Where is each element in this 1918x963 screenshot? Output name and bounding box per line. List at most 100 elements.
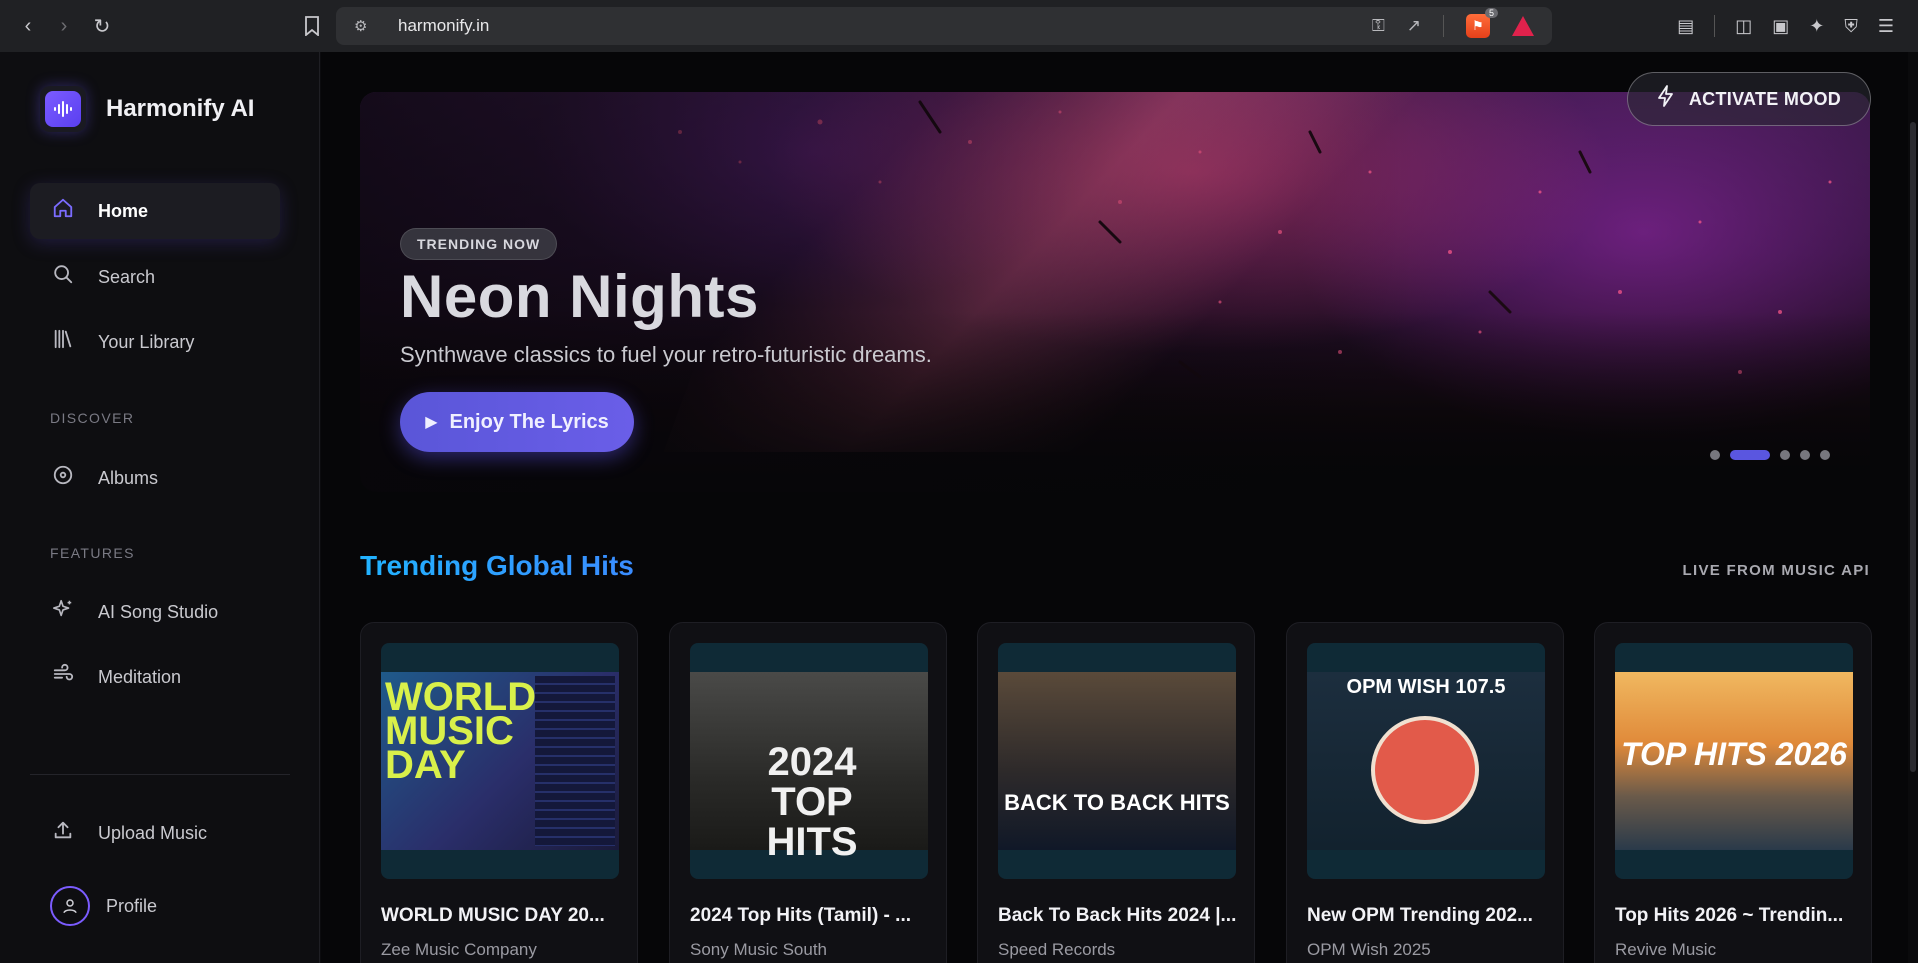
sidebar-item-label: Home	[98, 200, 149, 221]
album-art-text: OPM WISH 107.5	[1346, 676, 1506, 698]
carousel-dots	[1710, 450, 1830, 460]
card-thumbnail: BACK TO BACK HITS	[998, 643, 1236, 879]
card-thumbnail: WORLD MUSIC DAY	[381, 643, 619, 879]
album-art: TOP HITS 2026	[1615, 672, 1853, 850]
back-button[interactable]: ‹	[10, 8, 46, 44]
site-settings-icon[interactable]: ⚙	[354, 17, 374, 35]
track-card[interactable]: WORLD MUSIC DAY WORLD MUSIC DAY 20... Ze…	[360, 622, 638, 963]
album-art-text: 2024 TOP HITS	[766, 740, 858, 864]
menu-icon[interactable]: ☰	[1878, 16, 1894, 37]
hero-banner[interactable]: TRENDING NOW Neon Nights Synthwave class…	[360, 92, 1870, 492]
hero-title: Neon Nights	[400, 263, 759, 330]
bookmark-button[interactable]	[294, 8, 330, 44]
key-icon[interactable]: ⚿	[1372, 16, 1385, 36]
sparkles-icon	[50, 598, 76, 626]
live-api-tag: LIVE FROM MUSIC API	[1682, 562, 1870, 579]
card-title: New OPM Trending 202...	[1307, 905, 1533, 926]
card-artist: Speed Records	[998, 940, 1116, 959]
sidebar-item-upload-music[interactable]: Upload Music	[30, 805, 280, 861]
shields-count: 5	[1484, 8, 1498, 18]
bolt-icon	[1657, 85, 1675, 113]
sidebar-item-home[interactable]: Home	[30, 183, 280, 239]
card-artist: Sony Music South	[690, 940, 828, 959]
tracklist-graphic	[535, 676, 615, 846]
forward-button[interactable]: ›	[46, 8, 82, 44]
sidebar-item-label: Search	[98, 266, 156, 287]
album-art: WORLD MUSIC DAY	[381, 672, 619, 850]
album-art: OPM WISH 107.5	[1307, 672, 1545, 850]
cta-label: Enjoy The Lyrics	[449, 410, 609, 433]
sidebar-item-label: Upload Music	[98, 822, 208, 843]
sidebar-item-label: AI Song Studio	[98, 601, 219, 622]
reader-mode-icon[interactable]: ▤	[1677, 16, 1694, 37]
sidebar-item-meditation[interactable]: Meditation	[30, 649, 280, 705]
sidebar-item-label: Your Library	[98, 331, 195, 352]
chevron-left-icon: ‹	[24, 14, 32, 37]
main-content: TRENDING NOW Neon Nights Synthwave class…	[321, 52, 1918, 963]
track-card[interactable]: 2024 TOP HITS 2024 Top Hits (Tamil) - ..…	[669, 622, 947, 963]
hero-subtitle: Synthwave classics to fuel your retro-fu…	[400, 342, 932, 367]
card-thumbnail: 2024 TOP HITS	[690, 643, 928, 879]
brave-shields-icon[interactable]: ⚑ 5	[1466, 8, 1498, 38]
scrollbar-thumb[interactable]	[1910, 122, 1916, 772]
card-title: 2024 Top Hits (Tamil) - ...	[690, 905, 911, 926]
wind-icon	[50, 663, 76, 691]
reload-button[interactable]: ↻	[84, 8, 120, 44]
address-bar[interactable]: ⚙ harmonify.in ⚿ ↗ ⚑ 5	[336, 7, 1552, 45]
share-icon[interactable]: ↗	[1407, 16, 1421, 36]
carousel-dot-active[interactable]	[1730, 450, 1770, 460]
upload-icon	[50, 819, 76, 847]
sidebar-divider	[30, 774, 290, 775]
carousel-dot[interactable]	[1780, 450, 1790, 460]
brave-rewards-icon[interactable]	[1512, 16, 1534, 36]
activate-mood-button[interactable]: ACTIVATE MOOD	[1627, 72, 1871, 126]
search-icon	[50, 263, 76, 291]
sidebar-item-profile[interactable]: Profile	[30, 878, 280, 934]
album-art-text: BACK TO BACK HITS	[1004, 790, 1230, 815]
sidebar-toggle-icon[interactable]: ◫	[1735, 16, 1752, 37]
brand-name: Harmonify AI	[106, 95, 255, 122]
track-card[interactable]: TOP HITS 2026 Top Hits 2026 ~ Trendin...…	[1594, 622, 1872, 963]
card-artist: Zee Music Company	[381, 940, 537, 959]
sidebar-item-albums[interactable]: Albums	[30, 450, 280, 506]
browser-toolbar: ‹ › ↻ ⚙ harmonify.in ⚿ ↗ ⚑ 5 ▤ ◫ ▣ ✦ ⛨ ☰	[0, 0, 1918, 52]
carousel-dot[interactable]	[1710, 450, 1720, 460]
sidebar-item-ai-song-studio[interactable]: AI Song Studio	[30, 584, 280, 640]
album-art: BACK TO BACK HITS	[998, 672, 1236, 850]
track-card[interactable]: OPM WISH 107.5 New OPM Trending 202... O…	[1286, 622, 1564, 963]
divider	[1443, 15, 1444, 37]
carousel-dot[interactable]	[1820, 450, 1830, 460]
sidebar-item-label: Profile	[106, 895, 158, 916]
vpn-icon[interactable]: ⛨	[1844, 16, 1858, 37]
reload-icon: ↻	[93, 15, 111, 38]
card-artist: OPM Wish 2025	[1307, 940, 1431, 959]
bookmark-icon	[305, 16, 319, 36]
waveform-icon	[45, 91, 81, 127]
sidebar-item-search[interactable]: Search	[30, 249, 280, 305]
leo-ai-icon[interactable]: ✦	[1809, 16, 1824, 37]
chevron-right-icon: ›	[60, 14, 68, 37]
brand-logo	[40, 86, 86, 132]
home-icon	[50, 197, 76, 225]
wallet-icon[interactable]: ▣	[1772, 16, 1789, 37]
disc-icon	[50, 464, 76, 492]
wish-logo	[1371, 716, 1479, 824]
card-title: Back To Back Hits 2024 |...	[998, 905, 1237, 926]
enjoy-lyrics-button[interactable]: ▶ Enjoy The Lyrics	[400, 392, 634, 452]
card-artist: Revive Music	[1615, 940, 1717, 959]
url-text: harmonify.in	[398, 16, 490, 35]
sidebar-item-label: Meditation	[98, 666, 182, 687]
scrollbar[interactable]	[1908, 52, 1918, 963]
card-thumbnail: TOP HITS 2026	[1615, 643, 1853, 879]
user-icon	[50, 886, 90, 926]
mood-label: ACTIVATE MOOD	[1688, 88, 1842, 109]
brand[interactable]: Harmonify AI	[40, 86, 254, 132]
track-card[interactable]: BACK TO BACK HITS Back To Back Hits 2024…	[977, 622, 1255, 963]
trending-badge: TRENDING NOW	[400, 228, 558, 260]
sidebar-item-label: Albums	[98, 467, 159, 488]
card-thumbnail: OPM WISH 107.5	[1307, 643, 1545, 879]
album-art-text: TOP HITS 2026	[1621, 736, 1847, 772]
sidebar-item-library[interactable]: Your Library	[30, 314, 280, 370]
album-art-text: WORLD MUSIC DAY	[385, 675, 537, 787]
carousel-dot[interactable]	[1800, 450, 1810, 460]
